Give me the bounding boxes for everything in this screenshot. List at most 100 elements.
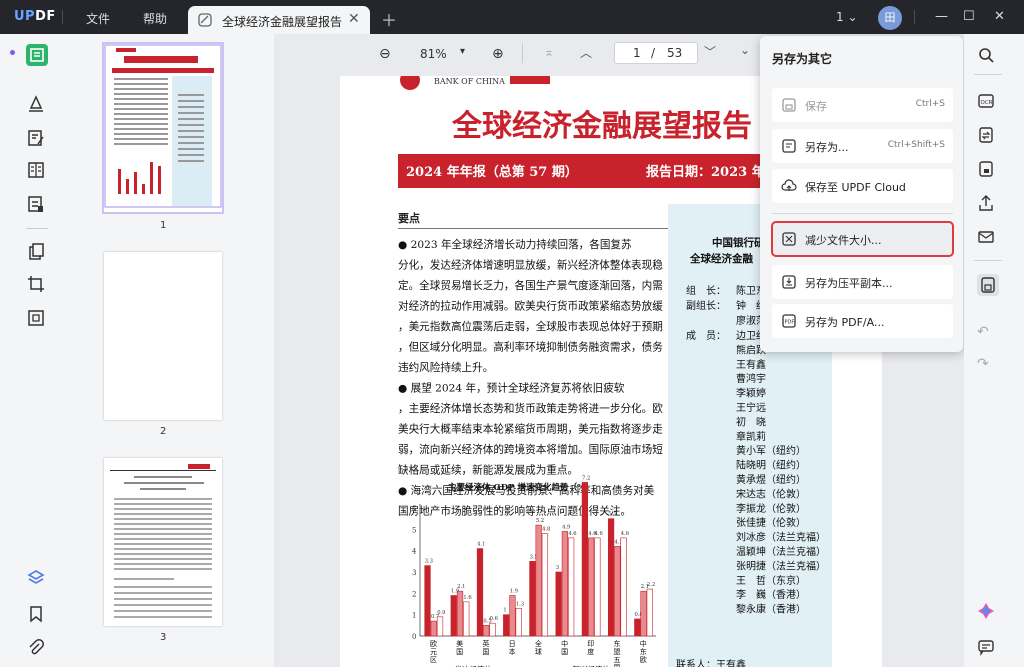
save-as-button[interactable]: 另存为... Ctrl+Shift+S bbox=[772, 129, 953, 163]
roster-member: 黎永康（香港） bbox=[736, 603, 806, 616]
form-tool-icon[interactable] bbox=[26, 194, 48, 216]
data-label: 4.6 bbox=[568, 531, 576, 537]
data-label: 4.6 bbox=[621, 531, 629, 537]
bar-2022 bbox=[450, 595, 457, 637]
page-number-3: 3 bbox=[160, 632, 167, 643]
convert-icon[interactable] bbox=[977, 126, 999, 148]
data-label: 1.3 bbox=[516, 601, 524, 607]
bar-2024F bbox=[436, 616, 444, 637]
zoom-in-icon[interactable]: ⊕ bbox=[492, 46, 504, 62]
save-button[interactable]: 保存 Ctrl+S bbox=[772, 88, 953, 122]
svg-text:OCR: OCR bbox=[981, 100, 993, 106]
report-date: 报告日期：2023 年 bbox=[646, 164, 765, 180]
report-title: 全球经济金融展望报告 bbox=[451, 109, 752, 144]
ai-assistant-icon[interactable] bbox=[977, 602, 999, 624]
roster-member: 李 巍（香港） bbox=[736, 588, 806, 601]
page-thumbnail-1[interactable] bbox=[102, 42, 224, 214]
title-divider bbox=[914, 10, 915, 24]
protect-icon[interactable] bbox=[977, 160, 999, 182]
bar-2023E bbox=[587, 537, 595, 637]
x-tick-label: 五 bbox=[614, 656, 621, 664]
bookmark-icon[interactable] bbox=[26, 604, 48, 626]
x-tick-label: 中 bbox=[640, 639, 647, 648]
x-tick-label: 日 bbox=[509, 640, 516, 648]
last-page-icon[interactable]: ⌄ bbox=[740, 43, 750, 57]
comment-tool-icon[interactable] bbox=[26, 94, 48, 116]
paragraph-2-line: 弱，流向新兴经济体的跨境资本将增加。国际原油市场短 bbox=[398, 443, 663, 456]
page-thumbnail-2[interactable] bbox=[104, 252, 222, 420]
zoom-out-icon[interactable]: ⊖ bbox=[379, 46, 391, 62]
page-number-2: 2 bbox=[160, 426, 167, 437]
save-flattened-copy-button[interactable]: 另存为压平副本... bbox=[772, 265, 953, 299]
roster-role: 副组长： bbox=[686, 299, 726, 312]
search-icon[interactable] bbox=[977, 46, 999, 68]
document-tab[interactable]: 全球经济金融展望报告 ✕ bbox=[188, 6, 370, 34]
zoom-level[interactable]: 81% bbox=[420, 47, 447, 61]
roster-role: 组 长： bbox=[686, 284, 726, 297]
updf-logo: UPDF bbox=[14, 9, 56, 24]
paragraph-1-line: 对经济的拉动作用减弱。欧美央行货币政策紧缩态势放缓 bbox=[398, 300, 663, 313]
bar-2022 bbox=[503, 614, 510, 637]
zoom-dropdown-icon[interactable]: ▾ bbox=[460, 46, 465, 57]
close-window-icon[interactable]: ✕ bbox=[994, 9, 1005, 24]
y-tick-label: 4 bbox=[412, 548, 417, 556]
x-tick-label: 度 bbox=[587, 647, 594, 656]
bar-2022 bbox=[424, 565, 431, 637]
ocr-icon[interactable]: OCR bbox=[977, 92, 999, 114]
section-rule bbox=[398, 228, 668, 229]
attachment-icon[interactable] bbox=[26, 638, 48, 660]
save-as-shortcut: Ctrl+Shift+S bbox=[887, 140, 945, 150]
x-tick-label: 元 bbox=[430, 648, 437, 656]
page-number-field[interactable]: 1 / 53 bbox=[614, 42, 698, 64]
next-page-icon[interactable]: ﹀ bbox=[704, 43, 716, 60]
bar-2022 bbox=[476, 548, 484, 637]
tab-count-dropdown[interactable]: 1 ⌄ bbox=[836, 10, 858, 24]
reduce-file-size-button[interactable]: 减少文件大小... bbox=[771, 221, 954, 257]
layers-icon[interactable] bbox=[26, 568, 48, 590]
roster-member: 王 哲（东京） bbox=[736, 574, 806, 587]
roster-member: 初 晓 bbox=[736, 415, 766, 428]
x-tick-label: 美 bbox=[456, 639, 463, 648]
save-to-cloud-button[interactable]: 保存至 UPDF Cloud bbox=[772, 169, 953, 203]
edit-pdf-icon[interactable] bbox=[26, 128, 48, 150]
save-as-other-icon[interactable] bbox=[977, 274, 999, 296]
organize-pages-icon[interactable] bbox=[26, 160, 48, 182]
comment-list-icon[interactable] bbox=[977, 638, 999, 660]
crop-icon[interactable] bbox=[26, 274, 48, 296]
first-page-icon[interactable]: ⌅ bbox=[544, 45, 554, 59]
compare-icon[interactable] bbox=[26, 308, 48, 330]
x-tick-label: 球 bbox=[535, 647, 542, 656]
page-thumbnail-3[interactable] bbox=[104, 458, 222, 626]
previous-page-icon[interactable]: ︿ bbox=[580, 44, 592, 61]
document-tab-icon bbox=[198, 13, 212, 27]
menu-file[interactable]: 文件 bbox=[86, 10, 110, 27]
page-tools-icon[interactable] bbox=[26, 242, 48, 264]
avatar[interactable]: 田 bbox=[878, 6, 902, 30]
roster-member: 刘冰彦（法兰克福） bbox=[736, 531, 826, 544]
undo-icon[interactable]: ↶ bbox=[977, 324, 999, 346]
data-label: 2.1 bbox=[457, 584, 465, 590]
roster-member: 张明捷（法兰克福） bbox=[736, 559, 826, 572]
x-tick-label: 国 bbox=[561, 648, 568, 656]
maximize-icon[interactable]: ☐ bbox=[963, 9, 975, 24]
roster-member: 曹鸿宇 bbox=[736, 372, 766, 385]
redo-icon[interactable]: ↷ bbox=[977, 356, 999, 378]
share-icon[interactable] bbox=[977, 194, 999, 216]
data-label: 0.9 bbox=[437, 610, 445, 616]
reader-mode-icon[interactable] bbox=[26, 44, 48, 66]
bar-2023E bbox=[483, 625, 490, 637]
close-tab-icon[interactable]: ✕ bbox=[348, 11, 360, 27]
y-tick-label: 6 bbox=[412, 505, 417, 513]
data-label: 4.1 bbox=[477, 542, 485, 548]
menu-help[interactable]: 帮助 bbox=[143, 10, 167, 27]
new-tab-icon[interactable]: ＋ bbox=[381, 7, 397, 31]
indicator-dot bbox=[10, 50, 15, 55]
save-as-pdfa-button[interactable]: PDF 另存为 PDF/A... bbox=[772, 304, 953, 338]
chevron-down-icon: ⌄ bbox=[847, 10, 858, 24]
page-separator: / bbox=[651, 46, 656, 60]
bar-2024F bbox=[594, 537, 601, 637]
toolbar-divider bbox=[974, 74, 1002, 75]
email-icon[interactable] bbox=[977, 228, 999, 250]
minimize-icon[interactable]: — bbox=[935, 9, 948, 24]
bar-2024F bbox=[568, 537, 575, 637]
